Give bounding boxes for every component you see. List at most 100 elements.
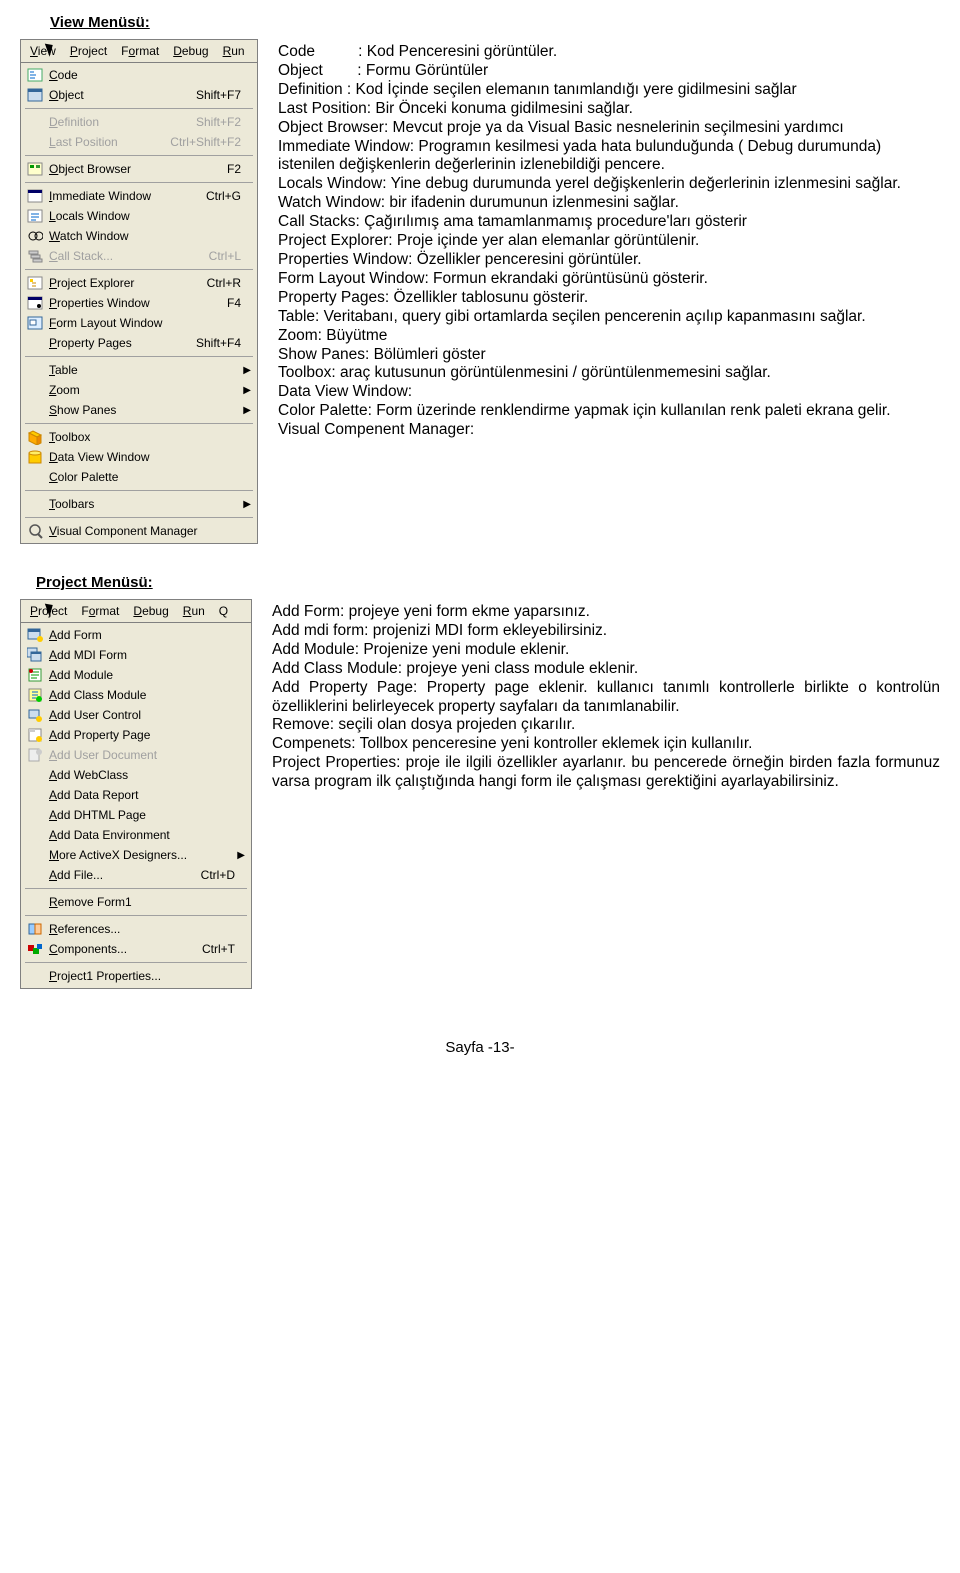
menubar-run[interactable]: Run <box>216 42 252 60</box>
view-item-toolbars[interactable]: Toolbars ▶ <box>23 494 255 514</box>
menu-separator <box>25 182 253 183</box>
menu-item-label: Watch Window <box>49 229 231 243</box>
menu-item-shortcut: Shift+F7 <box>196 88 241 102</box>
menubar-project[interactable]: Project <box>63 42 114 60</box>
project-item-references[interactable]: References... <box>23 919 249 939</box>
blank-icon <box>25 786 45 804</box>
blank-icon <box>25 468 45 486</box>
menu-item-label: Add User Document <box>49 748 225 762</box>
menu-item-label: Object Browser <box>49 162 217 176</box>
menu-item-shortcut: Ctrl+D <box>201 868 235 882</box>
menu-item-label: Add Property Page <box>49 728 225 742</box>
ref-icon <box>25 920 45 938</box>
blank-icon <box>25 967 45 985</box>
view-item-toolbox[interactable]: Toolbox <box>23 427 255 447</box>
project-item-components[interactable]: Components...Ctrl+T <box>23 939 249 959</box>
proj-icon <box>25 274 45 292</box>
menu-item-label: Locals Window <box>49 209 231 223</box>
view-item-object[interactable]: ObjectShift+F7 <box>23 85 255 105</box>
locals-icon <box>25 207 45 225</box>
menu-item-label: Color Palette <box>49 470 231 484</box>
menu-item-label: Add Data Environment <box>49 828 225 842</box>
submenu-arrow-icon: ▶ <box>241 385 251 396</box>
view-description: Code : Kod Penceresini görüntüler. Objec… <box>278 39 940 440</box>
view-menu: View Project Format Debug Run Code Object… <box>20 39 258 544</box>
form-icon <box>25 626 45 644</box>
menu-item-label: Zoom <box>49 383 231 397</box>
blank-icon <box>25 806 45 824</box>
menu-item-label: Toolbars <box>49 497 231 511</box>
view-item-last-position: Last PositionCtrl+Shift+F2 <box>23 132 255 152</box>
blank-icon <box>25 361 45 379</box>
menu-item-label: Add DHTML Page <box>49 808 225 822</box>
menubar-q[interactable]: Q <box>212 602 235 620</box>
menu-separator <box>25 517 253 518</box>
project-item-add-data-environment[interactable]: Add Data Environment <box>23 825 249 845</box>
project-item-add-form[interactable]: Add Form <box>23 625 249 645</box>
view-item-form-layout-window[interactable]: Form Layout Window <box>23 313 255 333</box>
project-item-add-user-control[interactable]: Add User Control <box>23 705 249 725</box>
menu-item-label: Add Data Report <box>49 788 225 802</box>
project-item-add-file[interactable]: Add File...Ctrl+D <box>23 865 249 885</box>
menu-separator <box>25 155 253 156</box>
project-item-add-webclass[interactable]: Add WebClass <box>23 765 249 785</box>
menubar-debug[interactable]: Debug <box>126 602 175 620</box>
menu-separator <box>25 888 247 889</box>
menu-item-shortcut: F4 <box>227 296 241 310</box>
view-item-color-palette[interactable]: Color Palette <box>23 467 255 487</box>
dataview-icon <box>25 448 45 466</box>
project-item-project1-properties[interactable]: Project1 Properties... <box>23 966 249 986</box>
project-item-add-property-page[interactable]: Add Property Page <box>23 725 249 745</box>
vcm-icon <box>25 522 45 540</box>
view-item-zoom[interactable]: Zoom ▶ <box>23 380 255 400</box>
view-item-locals-window[interactable]: Locals Window <box>23 206 255 226</box>
menubar-format[interactable]: Format <box>114 42 166 60</box>
view-item-properties-window[interactable]: Properties WindowF4 <box>23 293 255 313</box>
stack-icon <box>25 247 45 265</box>
project-item-add-data-report[interactable]: Add Data Report <box>23 785 249 805</box>
class-icon <box>25 686 45 704</box>
watch-icon <box>25 227 45 245</box>
blank-icon <box>25 826 45 844</box>
view-item-visual-component-manager[interactable]: Visual Component Manager <box>23 521 255 541</box>
object-icon <box>25 86 45 104</box>
menu-item-label: More ActiveX Designers... <box>49 848 225 862</box>
view-item-watch-window[interactable]: Watch Window <box>23 226 255 246</box>
menu-separator <box>25 356 253 357</box>
project-item-add-dhtml-page[interactable]: Add DHTML Page <box>23 805 249 825</box>
menu-item-shortcut: Ctrl+Shift+F2 <box>170 135 241 149</box>
submenu-arrow-icon: ▶ <box>241 499 251 510</box>
project-description: Add Form: projeye yeni form ekme yaparsı… <box>272 599 940 792</box>
view-item-data-view-window[interactable]: Data View Window <box>23 447 255 467</box>
menubar-view[interactable]: View <box>23 42 63 60</box>
menu-item-label: Code <box>49 68 231 82</box>
project-item-add-class-module[interactable]: Add Class Module <box>23 685 249 705</box>
project-menu: Project Format Debug Run Q Add Form Add M… <box>20 599 252 989</box>
menubar-debug[interactable]: Debug <box>166 42 215 60</box>
menu-item-label: Add Class Module <box>49 688 225 702</box>
menu-item-label: Show Panes <box>49 403 231 417</box>
view-item-show-panes[interactable]: Show Panes▶ <box>23 400 255 420</box>
imm-icon <box>25 187 45 205</box>
menubar-project[interactable]: Project <box>23 602 74 620</box>
menubar-run[interactable]: Run <box>176 602 212 620</box>
menubar-format[interactable]: Format <box>74 602 126 620</box>
project-section-title: Project Menüsü: <box>36 574 940 591</box>
project-item-remove-form1[interactable]: Remove Form1 <box>23 892 249 912</box>
project-item-add-module[interactable]: Add Module <box>23 665 249 685</box>
toolbox-icon <box>25 428 45 446</box>
project-item-more-activex-designers[interactable]: More ActiveX Designers...▶ <box>23 845 249 865</box>
view-item-call-stack: Call Stack...Ctrl+L <box>23 246 255 266</box>
menu-item-label: Components... <box>49 942 192 956</box>
menu-item-label: Immediate Window <box>49 189 196 203</box>
view-item-table[interactable]: Table▶ <box>23 360 255 380</box>
view-item-project-explorer[interactable]: Project ExplorerCtrl+R <box>23 273 255 293</box>
menu-item-label: Visual Component Manager <box>49 524 231 538</box>
view-item-property-pages[interactable]: Property PagesShift+F4 <box>23 333 255 353</box>
view-item-immediate-window[interactable]: Immediate WindowCtrl+G <box>23 186 255 206</box>
menu-item-label: Add Form <box>49 628 225 642</box>
project-item-add-mdi-form[interactable]: Add MDI Form <box>23 645 249 665</box>
view-item-object-browser[interactable]: Object BrowserF2 <box>23 159 255 179</box>
view-item-code[interactable]: Code <box>23 65 255 85</box>
menu-separator <box>25 269 253 270</box>
